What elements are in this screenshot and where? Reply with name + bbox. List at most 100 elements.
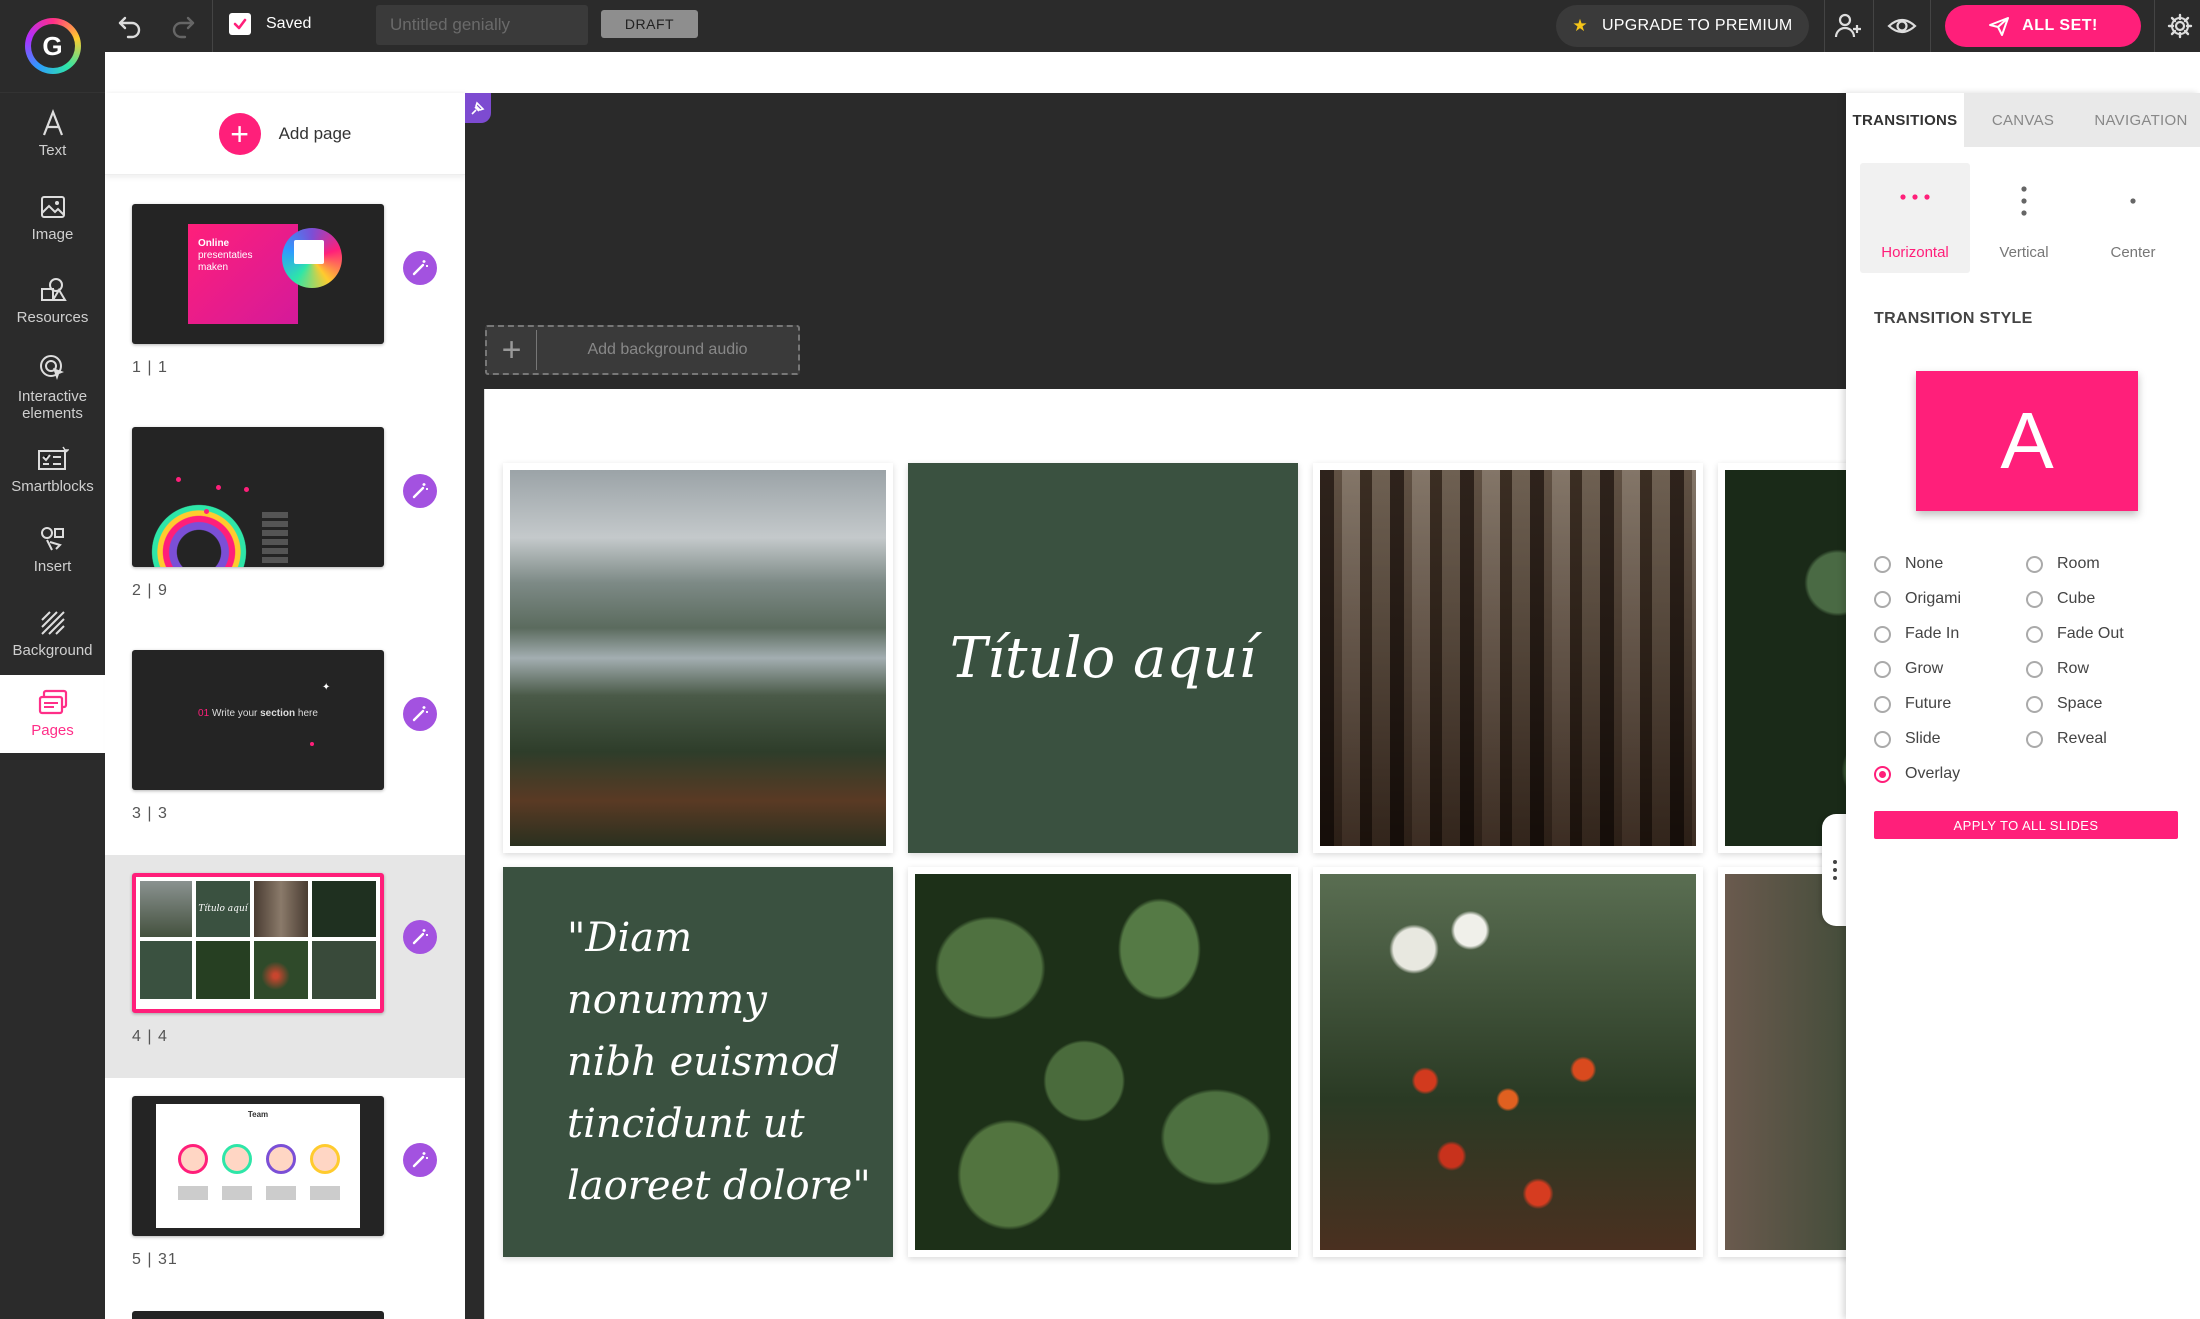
sidebar-item-label: Background (12, 642, 93, 659)
page-number: 1 | 1 (132, 359, 168, 376)
magic-wand-button[interactable] (403, 251, 437, 285)
title-tile[interactable]: Título aquí (908, 463, 1298, 853)
title-input[interactable] (376, 5, 588, 45)
style-option-future[interactable]: Future (1874, 695, 1951, 713)
pin-button[interactable] (465, 93, 491, 123)
photo-tile-ivy[interactable] (1718, 463, 1846, 853)
page-thumbnail-2[interactable]: 2 | 9 (105, 409, 465, 632)
photo-tile-mountain-lake[interactable] (503, 463, 893, 853)
style-option-space[interactable]: Space (2026, 695, 2102, 713)
sidebar-item-pages[interactable]: Pages (0, 675, 105, 753)
direction-center[interactable]: Center (2078, 163, 2188, 273)
apply-to-all-slides-button[interactable]: APPLY TO ALL SLIDES (1874, 811, 2178, 839)
add-background-audio-button[interactable]: + Add background audio (485, 325, 800, 375)
canvas-margin (465, 389, 484, 1319)
magic-wand-button[interactable] (403, 920, 437, 954)
properties-panel: TRANSITIONS CANVAS NAVIGATION Horizontal… (1846, 93, 2200, 1319)
photo-tile-tomato-plant[interactable] (1313, 867, 1703, 1257)
magic-wand-icon (412, 260, 428, 276)
page-thumbnail-3[interactable]: 01 Write your section here ✦ 3 | 3 (105, 632, 465, 855)
thumb-title-line: presentaties (198, 250, 253, 261)
sidebar-item-text[interactable]: Text (0, 109, 105, 169)
tab-canvas[interactable]: CANVAS (1964, 93, 2082, 147)
redo-button[interactable] (163, 6, 203, 46)
sidebar-item-background[interactable]: Background (0, 609, 105, 669)
style-option-reveal[interactable]: Reveal (2026, 730, 2107, 748)
magic-wand-button[interactable] (403, 1143, 437, 1177)
style-option-label: Reveal (2057, 730, 2107, 747)
gear-icon (2167, 13, 2193, 39)
style-option-fade-in[interactable]: Fade In (1874, 625, 1959, 643)
text-icon (42, 109, 63, 136)
style-option-row[interactable]: Row (2026, 660, 2089, 678)
slide-canvas[interactable]: Título aquí "Diam nonummy nibh euismod t… (484, 389, 1846, 1319)
style-option-grow[interactable]: Grow (1874, 660, 1943, 678)
style-option-room[interactable]: Room (2026, 555, 2100, 573)
page-thumbnail-1[interactable]: Online presentaties maken 1 | 1 (105, 186, 465, 409)
undo-button[interactable] (110, 6, 150, 46)
panel-tabs: TRANSITIONS CANVAS NAVIGATION (1846, 93, 2200, 147)
quote-tile[interactable]: "Diam nonummy nibh euismod tincidunt ut … (503, 867, 893, 1257)
preview-button[interactable] (1882, 6, 1922, 46)
genially-logo[interactable]: G (0, 0, 105, 93)
magic-wand-icon (412, 1152, 428, 1168)
thumb-section-text: Write your (211, 708, 258, 719)
page-thumbnail-5[interactable]: Team 5 | 31 (105, 1078, 465, 1301)
page-thumbnail-4[interactable]: Título aquí 4 | 4 (105, 855, 465, 1078)
radio-icon (2026, 660, 2043, 678)
style-option-overlay[interactable]: Overlay (1874, 765, 1960, 783)
magic-wand-button[interactable] (403, 474, 437, 508)
sidebar-item-image[interactable]: Image (0, 193, 105, 253)
background-icon (40, 611, 65, 635)
sidebar-item-label: Smartblocks (11, 478, 94, 495)
direction-label: Center (2110, 244, 2156, 261)
page-number: 2 | 9 (132, 582, 168, 599)
radio-icon (2026, 555, 2043, 573)
page-number: 3 | 3 (132, 805, 168, 822)
style-option-none[interactable]: None (1874, 555, 1943, 573)
settings-button[interactable] (2160, 6, 2200, 46)
saved-status: Saved (266, 15, 312, 32)
style-option-cube[interactable]: Cube (2026, 590, 2095, 608)
thumb-title-line: maken (198, 262, 229, 273)
left-sidebar: Text Image Resources Interactive element… (0, 93, 105, 1319)
page-thumbnail-6-partial[interactable] (132, 1311, 384, 1319)
magic-wand-icon (412, 706, 428, 722)
sidebar-item-resources[interactable]: Resources (0, 276, 105, 336)
tab-transitions[interactable]: TRANSITIONS (1846, 93, 1964, 147)
style-option-slide[interactable]: Slide (1874, 730, 1941, 748)
direction-vertical[interactable]: Vertical (1969, 163, 2079, 273)
radio-icon (1874, 590, 1891, 608)
style-option-fade-out[interactable]: Fade Out (2026, 625, 2124, 643)
plus-icon: + (487, 330, 537, 370)
tomato-plant-image (1320, 874, 1696, 1250)
sidebar-item-interactive-elements[interactable]: Interactive elements (0, 353, 105, 433)
all-set-button[interactable]: ALL SET! (1945, 5, 2141, 47)
page-number: 5 | 31 (132, 1251, 178, 1268)
magic-wand-button[interactable] (403, 697, 437, 731)
tab-navigation[interactable]: NAVIGATION (2082, 93, 2200, 147)
upgrade-premium-button[interactable]: ★ UPGRADE TO PREMIUM (1556, 5, 1809, 47)
radio-icon (2026, 695, 2043, 713)
photo-tile-forest-person[interactable] (1313, 463, 1703, 853)
quote-line: laoreet dolore" (567, 1163, 871, 1209)
logo-letter: G (30, 24, 75, 68)
style-option-label: Fade Out (2057, 625, 2124, 642)
thumb-mini-title: Título aquí (196, 881, 250, 937)
sidebar-item-smartblocks[interactable]: Smartblocks (0, 445, 105, 505)
page-preview: 01 Write your section here ✦ (132, 650, 384, 790)
pin-icon (471, 101, 485, 115)
add-collaborator-button[interactable] (1828, 6, 1868, 46)
add-page-button[interactable]: + Add page (105, 93, 465, 175)
resources-icon (40, 278, 67, 301)
transition-preview: A (1916, 371, 2138, 511)
photo-tile-leaves[interactable] (908, 867, 1298, 1257)
direction-horizontal[interactable]: Horizontal (1860, 163, 1970, 273)
sidebar-item-insert[interactable]: Insert (0, 525, 105, 585)
sidebar-item-label: Interactive elements (17, 388, 88, 422)
photo-tile-greenhouse[interactable] (1718, 867, 1846, 1257)
slide-quote[interactable]: "Diam nonummy nibh euismod tincidunt ut … (503, 907, 893, 1217)
slide-title[interactable]: Título aquí (950, 626, 1256, 691)
style-option-origami[interactable]: Origami (1874, 590, 1961, 608)
panel-collapse-handle[interactable] (1822, 814, 1848, 926)
